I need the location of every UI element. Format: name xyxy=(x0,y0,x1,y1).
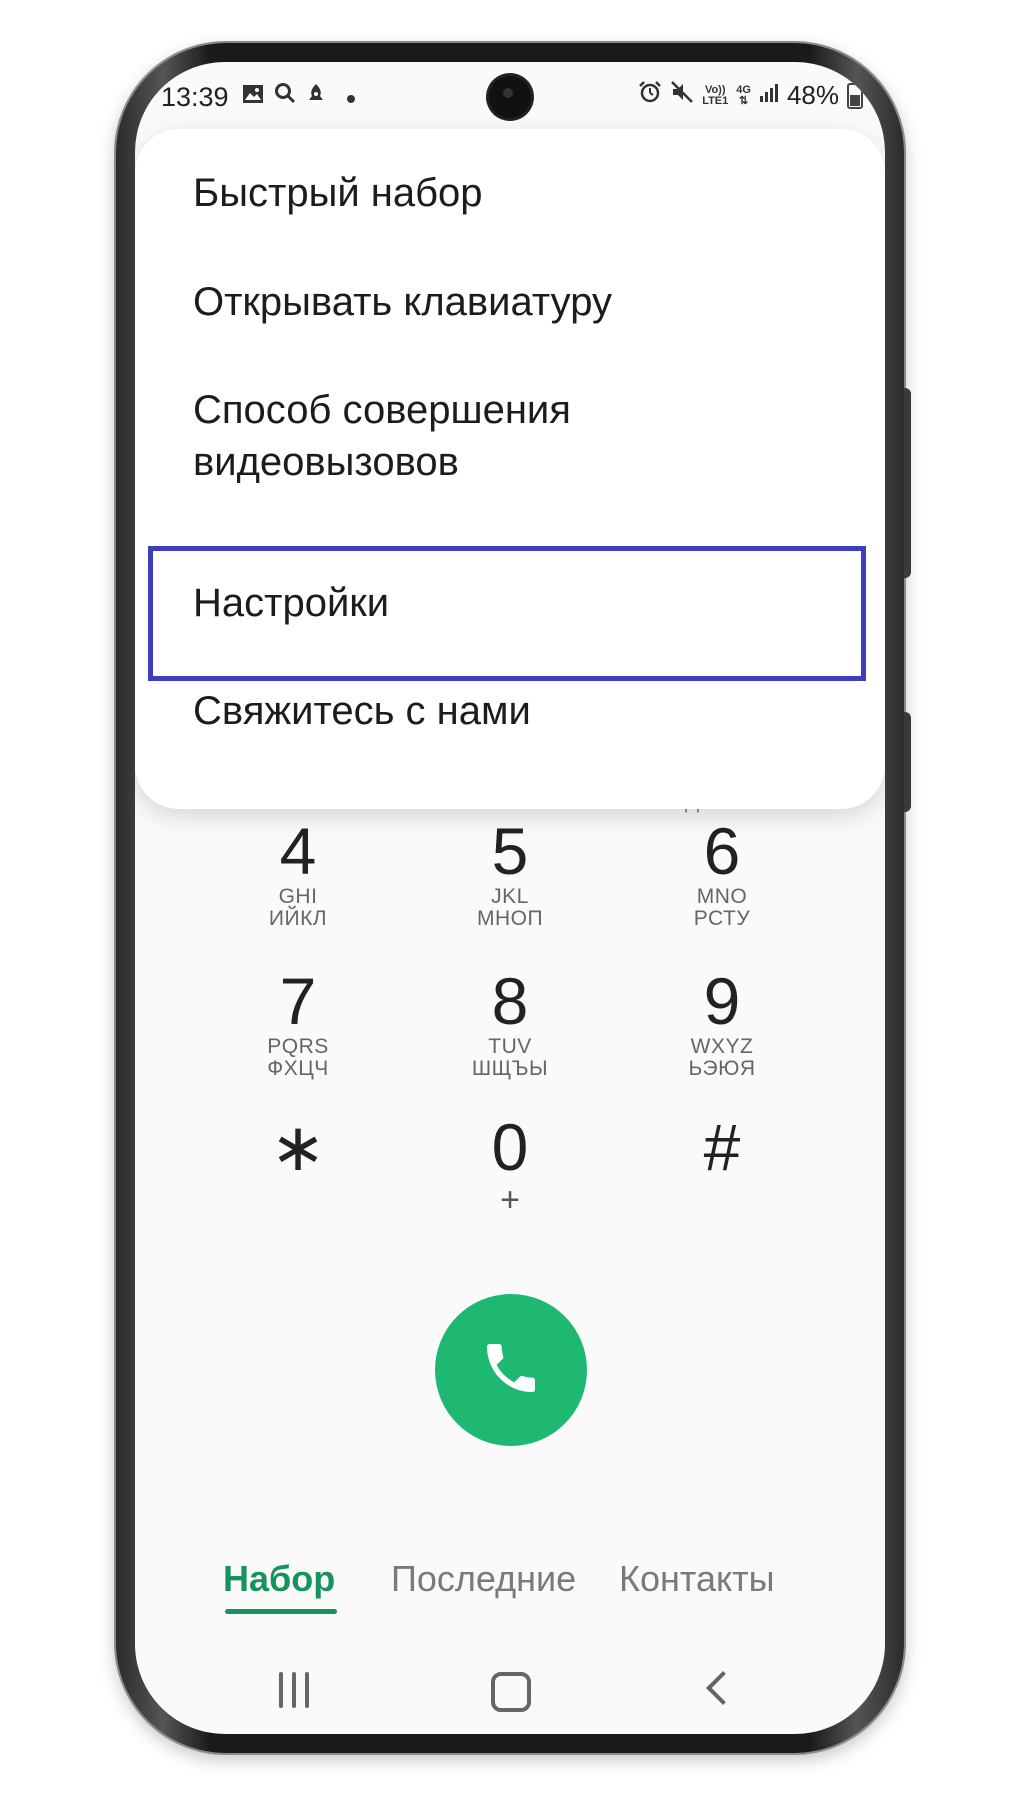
key-6[interactable]: 6 MNO РСТУ xyxy=(632,816,812,930)
key-letters-latin: GHI xyxy=(278,885,318,908)
search-icon xyxy=(274,82,296,111)
key-8[interactable]: 8 TUV ШЩЪЫ xyxy=(420,966,600,1080)
key-letters-latin: PQRS xyxy=(267,1035,329,1058)
key-digit: # xyxy=(703,1110,741,1184)
signal-icon xyxy=(759,82,779,110)
tab-dial[interactable]: Набор xyxy=(223,1558,335,1600)
home-button[interactable] xyxy=(491,1672,531,1712)
tab-recent[interactable]: Последние xyxy=(391,1558,576,1600)
key-letters-cyrillic: ШЩЪЫ xyxy=(471,1057,549,1080)
key-letters-cyrillic: ЬЭЮЯ xyxy=(688,1057,756,1080)
system-navbar xyxy=(135,1671,885,1732)
active-tab-indicator xyxy=(225,1609,337,1614)
key-digit: 5 xyxy=(491,814,529,888)
recent-apps-button[interactable] xyxy=(279,1672,309,1708)
volte-icon: Vo)) LTE1 xyxy=(702,83,729,107)
power-button xyxy=(904,712,911,812)
volte-label: Vo)) xyxy=(704,83,726,96)
tab-contacts[interactable]: Контакты xyxy=(619,1558,775,1600)
phone-screen: 13:39 Vo)) LTE1 4G ⇅ 48% 4 GHI ИЙКЛ 5 JK… xyxy=(135,62,885,1734)
mute-icon xyxy=(670,80,694,111)
notification-icon xyxy=(306,82,326,111)
battery-icon xyxy=(847,82,863,109)
key-digit: 9 xyxy=(703,964,741,1038)
phone-icon xyxy=(479,1336,543,1405)
bottom-tabs: Набор Последние Контакты xyxy=(135,1530,885,1610)
key-digit: 4 xyxy=(279,814,317,888)
key-digit: 6 xyxy=(703,814,741,888)
alarm-icon xyxy=(638,80,662,111)
key-letters-cyrillic: ФХЦЧ xyxy=(267,1057,329,1080)
key-plus: + xyxy=(500,1181,520,1219)
key-0[interactable]: 0 + xyxy=(420,1112,600,1218)
network-label: 4G xyxy=(736,83,751,96)
key-letters-latin: TUV xyxy=(488,1035,532,1058)
gallery-icon xyxy=(242,83,264,111)
key-letters-latin: JKL xyxy=(491,885,529,908)
key-5[interactable]: 5 JKL МНОП xyxy=(420,816,600,930)
key-letters-cyrillic: МНОП xyxy=(476,907,544,930)
status-bar: 13:39 Vo)) LTE1 4G ⇅ 48% xyxy=(135,62,885,134)
key-digit: 7 xyxy=(279,964,317,1038)
key-4[interactable]: 4 GHI ИЙКЛ xyxy=(208,816,388,930)
key-digit: 8 xyxy=(491,964,529,1038)
data-arrows-icon: ⇅ xyxy=(739,94,749,107)
key-9[interactable]: 9 WXYZ ЬЭЮЯ xyxy=(632,966,812,1080)
key-letters-latin: WXYZ xyxy=(690,1035,754,1058)
call-button[interactable] xyxy=(435,1294,587,1446)
settings-highlight-box xyxy=(148,546,866,681)
overflow-menu: Быстрый набор Открывать клавиатуру Спосо… xyxy=(135,129,885,809)
battery-percent: 48% xyxy=(786,80,839,110)
dot-icon xyxy=(346,83,356,111)
key-letters-cyrillic: РСТУ xyxy=(693,907,751,930)
key-star[interactable]: ∗ xyxy=(208,1112,388,1182)
menu-item-open-keypad[interactable]: Открывать клавиатуру xyxy=(193,276,612,328)
menu-item-speed-dial[interactable]: Быстрый набор xyxy=(193,167,483,219)
status-time: 13:39 xyxy=(161,82,229,112)
key-letters-cyrillic: ИЙКЛ xyxy=(268,907,328,930)
menu-item-label-line2: видеовызовов xyxy=(193,440,459,484)
key-digit: ∗ xyxy=(270,1110,326,1184)
volume-button xyxy=(904,388,911,578)
key-hash[interactable]: # xyxy=(632,1112,812,1182)
key-7[interactable]: 7 PQRS ФХЦЧ xyxy=(208,966,388,1080)
front-camera xyxy=(489,76,531,118)
key-letters-latin: MNO xyxy=(696,885,748,908)
lte-label: LTE1 xyxy=(702,94,729,107)
menu-item-video-call-method[interactable]: Способ совершения видеовызовов xyxy=(193,384,571,488)
key-digit: 0 xyxy=(491,1110,529,1184)
menu-item-contact-us[interactable]: Свяжитесь с нами xyxy=(193,685,531,737)
back-button[interactable] xyxy=(706,1671,740,1705)
4g-icon: 4G ⇅ xyxy=(736,83,751,107)
menu-item-label-line1: Способ совершения xyxy=(193,388,571,432)
